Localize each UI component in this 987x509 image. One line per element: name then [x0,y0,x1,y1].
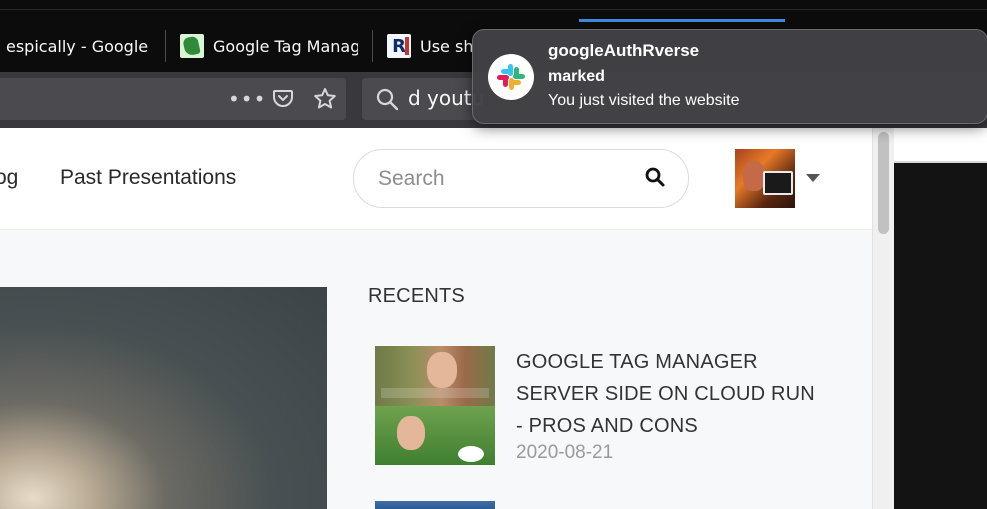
search-input[interactable] [376,164,630,194]
slack-icon [488,54,534,100]
tab-label: Use sh [420,36,474,56]
magnifier-icon [645,167,665,187]
recents-heading: RECENTS [368,285,465,307]
notification-body: You just visited the website [548,92,740,109]
chevron-down-icon[interactable] [806,174,820,182]
tab-divider [165,30,166,62]
hero-image [0,287,327,509]
search-button[interactable] [644,166,668,190]
nav-link-blog[interactable]: og [0,166,18,190]
nav-link-past-presentations[interactable]: Past Presentations [60,166,236,190]
window-edge [0,9,987,10]
tab-google-tag-manager[interactable]: Google Tag Manag [180,20,358,72]
notification-title: googleAuthRverse [548,41,700,60]
post-title-link[interactable]: GOOGLE TAG MANAGER SERVER SIDE ON CLOUD … [516,346,816,442]
url-bar[interactable]: ••• [0,78,346,120]
notification-subtitle: marked [548,68,605,85]
web-page: og Past Presentations RECENTS GOOGLE TAG… [0,128,872,509]
bookmark-star-icon[interactable] [312,87,338,111]
tab-divider [372,30,373,62]
more-icon[interactable]: ••• [228,87,265,111]
site-search [353,149,689,208]
site-header: og Past Presentations [0,128,872,230]
hand-favicon-icon [180,34,204,58]
background-window [894,128,987,509]
active-tab-indicator [579,19,785,22]
pocket-icon[interactable] [271,87,295,111]
tab-use-sh[interactable]: R Use sh [387,20,477,72]
r-favicon-icon: R [387,34,411,58]
tab-label: Google Tag Manag [213,36,358,56]
post-date: 2020-08-21 [516,442,614,463]
avatar[interactable] [735,149,795,208]
tab-label: espically - Google [6,36,149,56]
post-thumbnail[interactable] [375,346,495,465]
scrollbar-thumb[interactable] [878,132,889,234]
scrollbar[interactable] [872,128,895,509]
tab-google-search[interactable]: espically - Google [6,20,158,72]
post-thumbnail[interactable] [375,501,495,509]
search-icon [374,87,400,111]
notification-banner[interactable]: googleAuthRverse marked You just visited… [472,29,987,124]
